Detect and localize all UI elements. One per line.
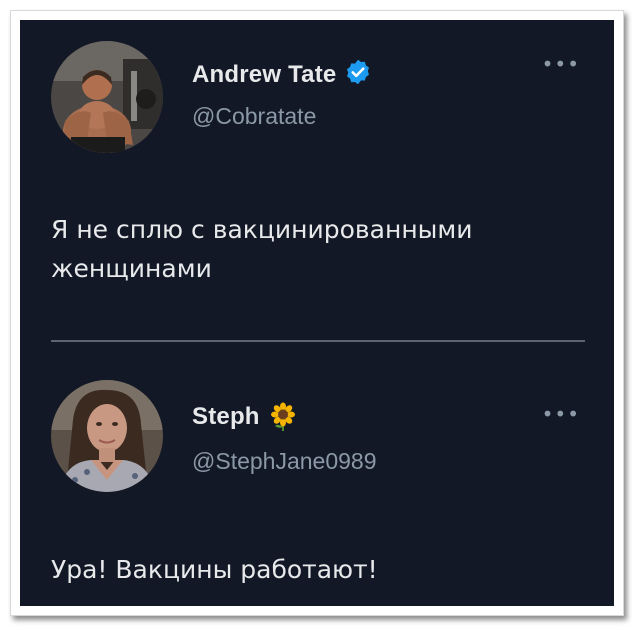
display-name[interactable]: Steph [192,403,260,431]
more-options-button[interactable]: ••• [542,402,580,426]
tweet-text: Ура! Вакцины работают! [51,555,378,584]
avatar[interactable] [51,380,163,492]
tweet-thread: Andrew Tate @Cobratate ••• Я не сплю с в… [20,20,614,606]
handle[interactable]: @Cobratate [192,103,316,130]
tweet[interactable]: Andrew Tate @Cobratate ••• Я не сплю с в… [20,20,614,342]
avatar-photo [51,41,163,153]
author-row: Andrew Tate [192,58,372,91]
display-name[interactable]: Andrew Tate [192,61,336,89]
image-frame: Andrew Tate @Cobratate ••• Я не сплю с в… [10,10,624,616]
tweet[interactable]: Steph @StephJane0989 ••• Ура! Вакцины ра… [20,342,614,606]
sunflower-icon [268,402,298,432]
avatar[interactable] [51,41,163,153]
tweet-text: Я не сплю с вакцинированными женщинами [51,215,473,283]
handle[interactable]: @StephJane0989 [192,448,377,475]
more-options-button[interactable]: ••• [542,52,580,76]
avatar-photo [51,380,163,492]
verified-badge-icon [344,58,372,91]
author-row: Steph [192,402,298,432]
